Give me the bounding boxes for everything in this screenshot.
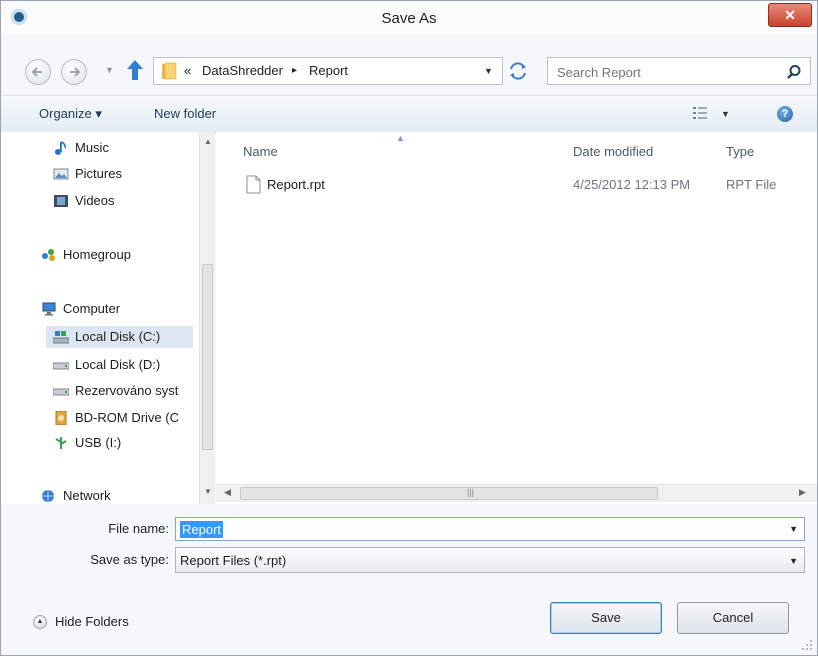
column-header-name[interactable]: Name <box>243 144 278 159</box>
cancel-button[interactable]: Cancel <box>677 602 789 634</box>
breadcrumb-overflow[interactable]: « <box>184 63 191 78</box>
usb-icon <box>55 436 67 449</box>
sidebar-item-videos[interactable]: Videos <box>53 190 115 212</box>
navigation-scrollbar[interactable]: ▲ ▼ <box>199 132 215 504</box>
drive-c-icon <box>53 330 69 344</box>
horizontal-scrollbar[interactable]: ◀ ||| ▶ <box>216 484 817 502</box>
window-title: Save As <box>381 10 437 27</box>
recent-locations-dropdown[interactable]: ▼ <box>105 65 114 75</box>
drive-icon <box>53 362 69 370</box>
breadcrumb-report[interactable]: Report <box>309 63 348 78</box>
back-button[interactable] <box>25 59 51 85</box>
save-as-type-value: Report Files (*.rpt) <box>180 553 287 568</box>
search-input[interactable] <box>548 58 789 86</box>
file-row[interactable]: Report.rpt 4/25/2012 12:13 PM RPT File <box>236 172 806 198</box>
bd-rom-icon <box>55 410 67 425</box>
column-header-date-modified[interactable]: Date modified <box>573 144 653 159</box>
file-icon <box>246 175 261 194</box>
new-folder-button[interactable]: New folder <box>154 106 216 121</box>
organize-menu[interactable]: Organize ▾ <box>39 106 102 122</box>
refresh-icon[interactable] <box>505 57 531 85</box>
view-dropdown-icon[interactable]: ▼ <box>721 109 730 119</box>
chevron-up-icon: ▲ <box>33 615 47 629</box>
sidebar-item-computer[interactable]: Computer <box>41 298 120 320</box>
file-name-input[interactable]: Report <box>180 521 224 538</box>
save-button[interactable]: Save <box>550 602 662 634</box>
file-date-modified: 4/25/2012 12:13 PM <box>573 177 691 192</box>
file-name-label: File name: <box>108 521 169 536</box>
command-bar: Organize ▾ New folder ▼ ? <box>1 95 817 133</box>
scrollbar-grip-icon: ||| <box>467 487 475 497</box>
sidebar-item-music[interactable]: Music <box>53 137 109 159</box>
navigation-bar: ▼ « DataShredder ▸ Report ▼ <box>1 53 817 89</box>
breadcrumb-datashredder[interactable]: DataShredder <box>202 63 283 78</box>
sidebar-item-pictures[interactable]: Pictures <box>53 163 122 185</box>
network-icon <box>42 489 54 502</box>
view-options-icon[interactable] <box>693 107 707 119</box>
file-name-field[interactable]: Report ▼ <box>175 517 805 541</box>
forward-arrow-icon <box>70 67 80 77</box>
search-icon[interactable] <box>786 64 802 80</box>
sidebar-item-local-disk-d[interactable]: Local Disk (D:) <box>53 354 160 376</box>
close-button[interactable]: ✕ <box>768 3 812 27</box>
search-box[interactable] <box>547 57 811 86</box>
sort-ascending-icon: ▲ <box>396 133 405 143</box>
address-dropdown-icon[interactable]: ▼ <box>484 66 493 76</box>
column-header-type[interactable]: Type <box>726 144 754 159</box>
scroll-right-arrow-icon[interactable]: ▶ <box>799 487 806 498</box>
file-type: RPT File <box>726 177 777 192</box>
forward-button[interactable] <box>61 59 87 85</box>
navigation-scrollbar-thumb[interactable] <box>202 264 213 450</box>
homegroup-icon <box>42 248 55 261</box>
pictures-icon <box>53 168 69 180</box>
sidebar-item-network[interactable]: Network <box>41 485 111 504</box>
scroll-left-arrow-icon[interactable]: ◀ <box>224 487 231 498</box>
file-name-dropdown-icon[interactable]: ▼ <box>789 524 798 534</box>
resize-grip-icon[interactable] <box>801 639 813 651</box>
sidebar-item-usb[interactable]: USB (I:) <box>53 432 121 454</box>
sidebar-item-bd-rom[interactable]: BD-ROM Drive (C <box>53 407 179 429</box>
save-as-type-dropdown-icon[interactable]: ▼ <box>789 556 798 566</box>
save-as-type-select[interactable]: Report Files (*.rpt) ▼ <box>175 547 805 573</box>
horizontal-scrollbar-thumb[interactable]: ||| <box>240 487 658 500</box>
file-list: ▲ Name Date modified Type Report.rpt 4/2… <box>216 132 817 504</box>
help-icon[interactable]: ? <box>777 106 793 122</box>
back-arrow-icon <box>32 67 42 77</box>
sidebar-item-homegroup[interactable]: Homegroup <box>41 244 131 266</box>
sidebar-item-local-disk-c[interactable]: Local Disk (C:) <box>46 326 193 348</box>
sidebar-item-reserved[interactable]: Rezervováno syst <box>53 380 178 402</box>
drive-icon <box>53 388 69 396</box>
save-as-type-label: Save as type: <box>90 552 169 567</box>
title-bar: Save As ✕ <box>1 1 817 35</box>
navigation-pane: Music Pictures Videos Homegroup Computer… <box>1 132 215 504</box>
folder-icon <box>162 62 177 80</box>
file-name: Report.rpt <box>267 177 325 192</box>
computer-icon <box>42 302 56 316</box>
videos-icon <box>54 194 68 207</box>
music-icon <box>55 140 66 155</box>
up-arrow-icon[interactable] <box>125 58 145 82</box>
breadcrumb-separator[interactable]: ▸ <box>292 65 297 76</box>
scroll-down-arrow-icon[interactable]: ▼ <box>204 487 212 496</box>
save-as-dialog: Save As ✕ ▼ « DataShredder ▸ Report ▼ Or… <box>0 0 818 656</box>
scroll-up-arrow-icon[interactable]: ▲ <box>204 137 212 146</box>
address-bar[interactable]: « DataShredder ▸ Report ▼ <box>153 57 503 85</box>
